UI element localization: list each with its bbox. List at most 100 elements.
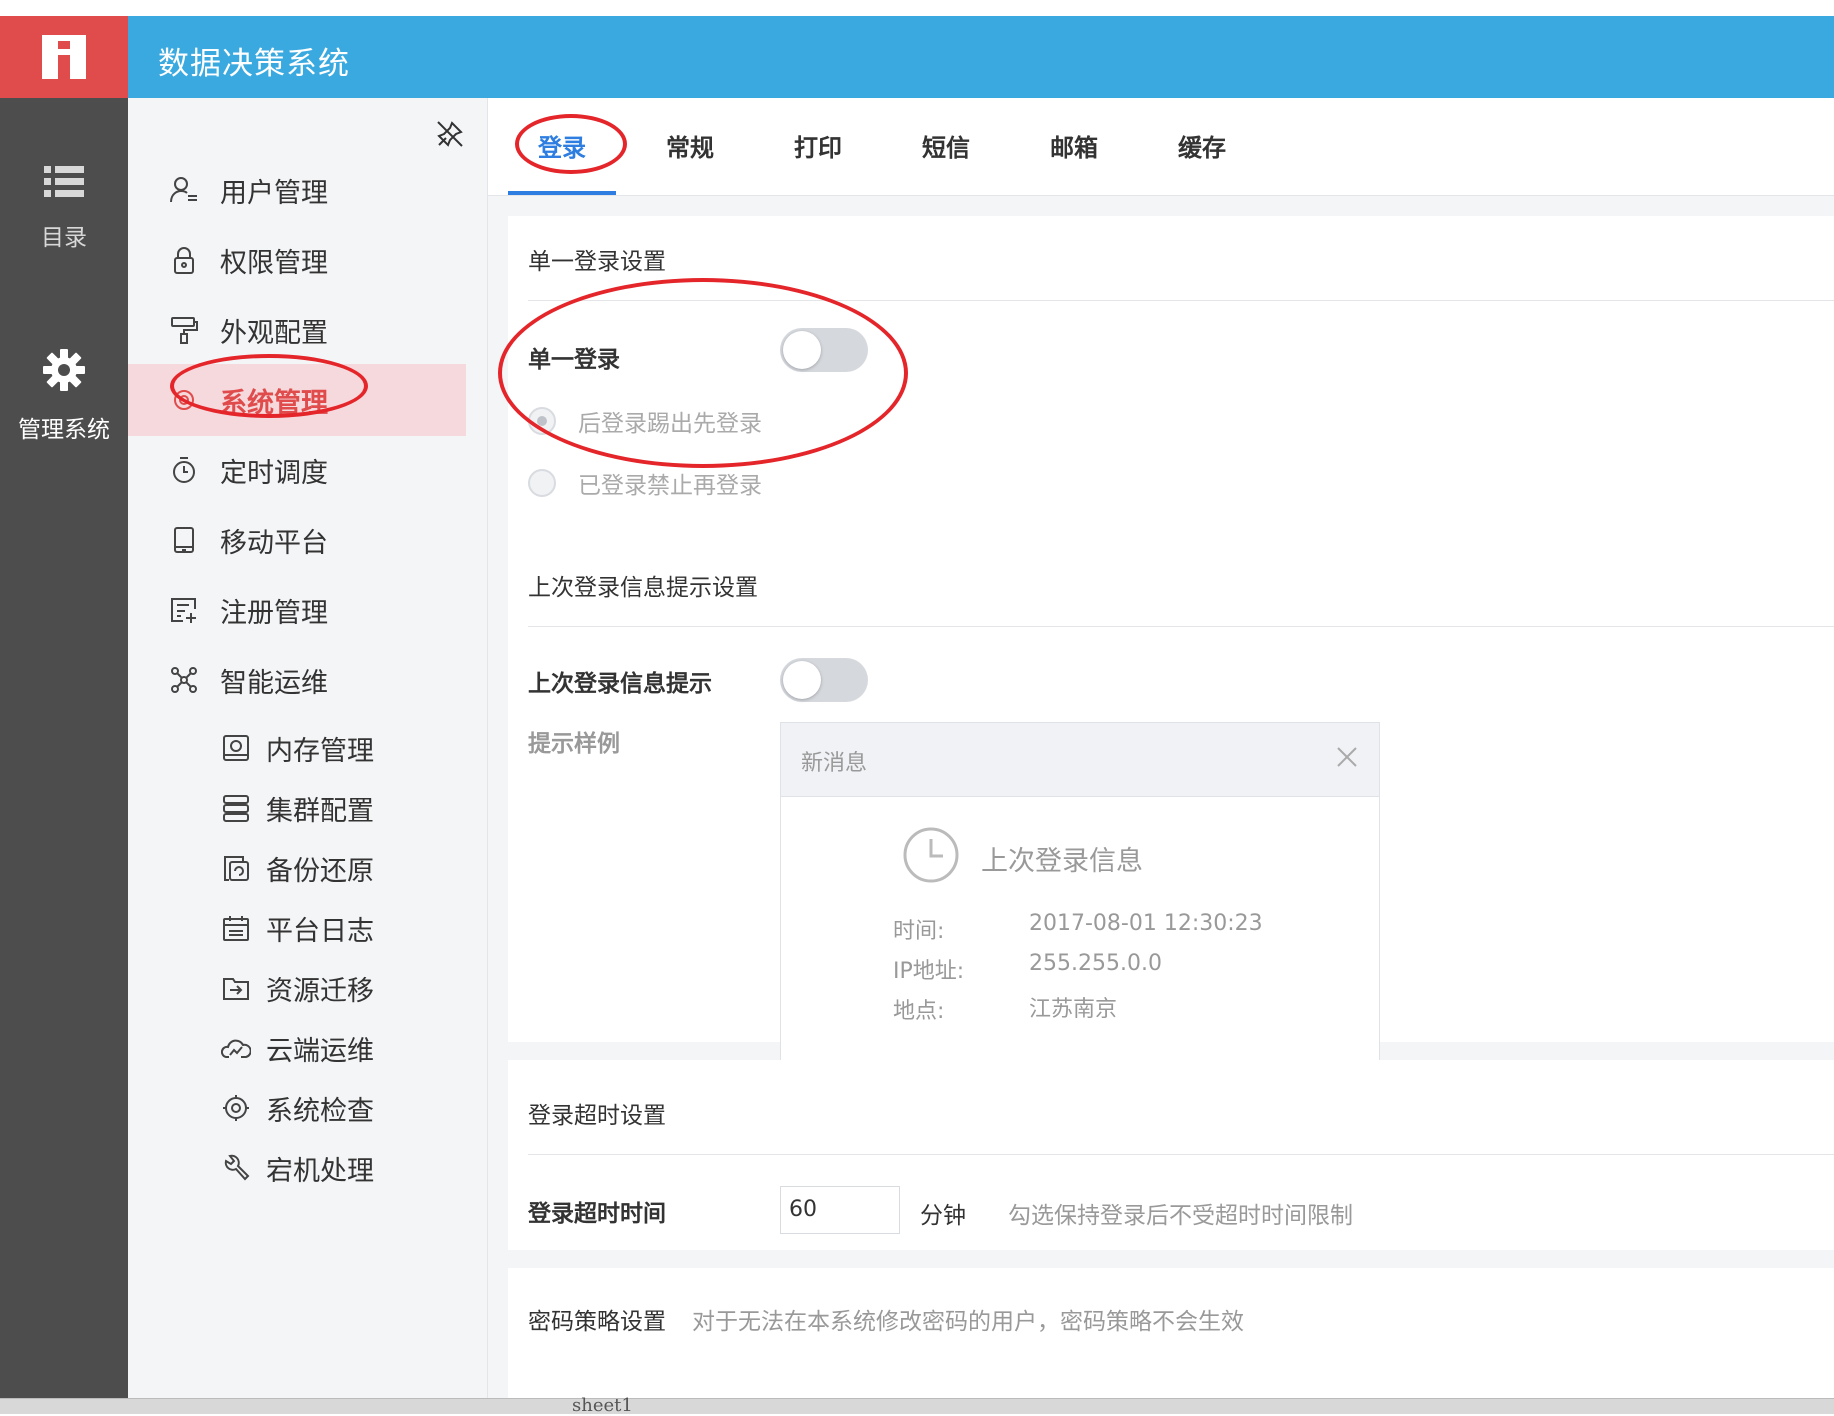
cloud-chart-icon bbox=[220, 1032, 252, 1064]
gear-icon bbox=[168, 384, 200, 416]
paint-roller-icon bbox=[168, 314, 200, 346]
info-value-time: 2017-08-01 12:30:23 bbox=[1029, 911, 1263, 936]
rail-item-management[interactable]: 管理系统 bbox=[0, 348, 128, 444]
panel-title: 上次登录信息提示设置 bbox=[528, 575, 758, 601]
rail-item-catalog[interactable]: 目录 bbox=[0, 164, 128, 252]
panel-title: 密码策略设置 bbox=[528, 1309, 666, 1335]
panel-sso: 单一登录设置 单一登录 后登录踢出先登录 已登录禁止再登录 bbox=[508, 216, 1834, 546]
lock-icon bbox=[168, 244, 200, 276]
sidebar-item-label: 云端运维 bbox=[266, 1035, 374, 1067]
app-window: 数据决策系统 目录 管理系统 用户管理 权限管理 外观配置 系统管理 定时调度 … bbox=[0, 16, 1834, 1398]
sidebar-item-label: 集群配置 bbox=[266, 795, 374, 827]
sidebar-item-label: 权限管理 bbox=[220, 247, 328, 279]
info-value-ip: 255.255.0.0 bbox=[1029, 951, 1162, 976]
app-title: 数据决策系统 bbox=[158, 46, 350, 82]
info-key-time: 时间: bbox=[893, 919, 945, 944]
sidebar-menu: 用户管理 权限管理 外观配置 系统管理 定时调度 移动平台 注册管理 智能运维 … bbox=[128, 98, 500, 1398]
unpin-icon[interactable] bbox=[436, 120, 464, 148]
logo-icon bbox=[42, 35, 86, 79]
timeout-input[interactable]: 60 bbox=[780, 1186, 900, 1234]
sso-label: 单一登录 bbox=[528, 347, 620, 373]
notice-body: 上次登录信息 时间: 2017-08-01 12:30:23 IP地址: 255… bbox=[781, 797, 1379, 1063]
backup-icon bbox=[220, 852, 252, 884]
network-icon bbox=[168, 664, 200, 696]
password-policy-hint: 对于无法在本系统修改密码的用户，密码策略不会生效 bbox=[692, 1309, 1244, 1335]
sidebar-item-label: 内存管理 bbox=[266, 735, 374, 767]
sidebar-item-label: 定时调度 bbox=[220, 457, 328, 489]
active-tab-indicator bbox=[508, 191, 616, 195]
gear-check-icon bbox=[220, 1092, 252, 1124]
clock-icon bbox=[903, 827, 959, 883]
tab-login[interactable]: 登录 bbox=[538, 128, 586, 163]
sidebar-item-user-management[interactable]: 用户管理 bbox=[128, 154, 466, 226]
sheet-tab[interactable]: sheet1 bbox=[572, 1395, 633, 1416]
tab-sms[interactable]: 短信 bbox=[922, 128, 970, 163]
last-login-toggle[interactable] bbox=[780, 658, 868, 702]
sidebar-item-label: 移动平台 bbox=[220, 527, 328, 559]
user-icon bbox=[168, 174, 200, 206]
sidebar-item-label: 资源迁移 bbox=[266, 975, 374, 1007]
settings-tabs: 登录 常规 打印 短信 邮箱 缓存 bbox=[488, 98, 1834, 196]
sample-label: 提示样例 bbox=[528, 731, 620, 757]
sidebar-item-label: 系统管理 bbox=[220, 387, 328, 419]
sidebar-item-mobile[interactable]: 移动平台 bbox=[128, 504, 466, 576]
sso-option-block[interactable]: 已登录禁止再登录 bbox=[528, 466, 762, 500]
radio-label: 后登录踢出先登录 bbox=[578, 411, 762, 437]
register-icon bbox=[168, 594, 200, 626]
tab-general[interactable]: 常规 bbox=[666, 128, 714, 163]
taskbar: sheet1 bbox=[0, 1395, 1834, 1416]
panel-password-policy: 密码策略设置 对于无法在本系统修改密码的用户，密码策略不会生效 bbox=[508, 1268, 1834, 1398]
tablet-icon bbox=[168, 524, 200, 556]
sidebar-item-appearance[interactable]: 外观配置 bbox=[128, 294, 466, 366]
radio-button[interactable] bbox=[528, 407, 556, 435]
info-value-location: 江苏南京 bbox=[1029, 997, 1118, 1022]
gear-icon bbox=[43, 349, 85, 391]
sidebar-subitem-crash[interactable]: 宕机处理 bbox=[128, 1132, 466, 1204]
notice-sample: 新消息 上次登录信息 时间: 2017-08-01 12:30:23 IP地址:… bbox=[780, 722, 1380, 1064]
panel-last-login: 上次登录信息提示设置 上次登录信息提示 提示样例 新消息 上次登录信息 时间: bbox=[508, 546, 1834, 1064]
sidebar-item-schedule[interactable]: 定时调度 bbox=[128, 434, 466, 506]
sidebar-item-label: 注册管理 bbox=[220, 597, 328, 629]
sso-option-kick[interactable]: 后登录踢出先登录 bbox=[528, 404, 762, 438]
notice-subtitle: 上次登录信息 bbox=[981, 846, 1143, 877]
timeout-unit: 分钟 bbox=[920, 1203, 966, 1229]
left-rail: 目录 管理系统 bbox=[0, 98, 128, 1398]
cluster-icon bbox=[220, 792, 252, 824]
rail-item-label: 管理系统 bbox=[18, 417, 110, 443]
panel-timeout: 登录超时设置 登录超时时间 60 分钟 勾选保持登录后不受超时时间限制 bbox=[508, 1060, 1834, 1250]
divider bbox=[528, 626, 1834, 627]
notice-header: 新消息 bbox=[781, 723, 1379, 797]
tab-print[interactable]: 打印 bbox=[794, 128, 842, 163]
timeout-label: 登录超时时间 bbox=[528, 1201, 666, 1227]
timer-icon bbox=[168, 454, 200, 486]
memory-icon bbox=[220, 732, 252, 764]
info-key-location: 地点: bbox=[893, 999, 945, 1024]
panel-title: 单一登录设置 bbox=[528, 249, 666, 275]
main-content: 登录 常规 打印 短信 邮箱 缓存 单一登录设置 单一登录 后登录踢出先登录 已… bbox=[488, 98, 1834, 1398]
migrate-icon bbox=[220, 972, 252, 1004]
timeout-hint: 勾选保持登录后不受超时时间限制 bbox=[1008, 1203, 1353, 1229]
sidebar-item-ops[interactable]: 智能运维 bbox=[128, 644, 466, 716]
rail-item-label: 目录 bbox=[41, 225, 87, 251]
sidebar-item-register[interactable]: 注册管理 bbox=[128, 574, 466, 646]
list-icon bbox=[44, 166, 84, 197]
notice-title: 新消息 bbox=[801, 751, 868, 776]
divider bbox=[528, 300, 1834, 301]
sidebar-item-label: 外观配置 bbox=[220, 317, 328, 349]
sidebar-item-permission[interactable]: 权限管理 bbox=[128, 224, 466, 296]
sidebar-item-label: 备份还原 bbox=[266, 855, 374, 887]
sidebar-item-system-management[interactable]: 系统管理 bbox=[128, 364, 466, 436]
tab-cache[interactable]: 缓存 bbox=[1178, 128, 1226, 163]
tab-email[interactable]: 邮箱 bbox=[1050, 128, 1098, 163]
close-icon[interactable] bbox=[1333, 743, 1361, 771]
panel-title: 登录超时设置 bbox=[528, 1103, 666, 1129]
top-header: 数据决策系统 bbox=[0, 16, 1834, 98]
wrench-icon bbox=[220, 1152, 252, 1184]
app-logo[interactable] bbox=[0, 16, 128, 98]
radio-button[interactable] bbox=[528, 469, 556, 497]
info-key-ip: IP地址: bbox=[893, 959, 965, 984]
sidebar-item-label: 宕机处理 bbox=[266, 1155, 374, 1187]
sso-toggle[interactable] bbox=[780, 328, 868, 372]
sidebar-item-label: 系统检查 bbox=[266, 1095, 374, 1127]
sidebar-item-label: 用户管理 bbox=[220, 177, 328, 209]
